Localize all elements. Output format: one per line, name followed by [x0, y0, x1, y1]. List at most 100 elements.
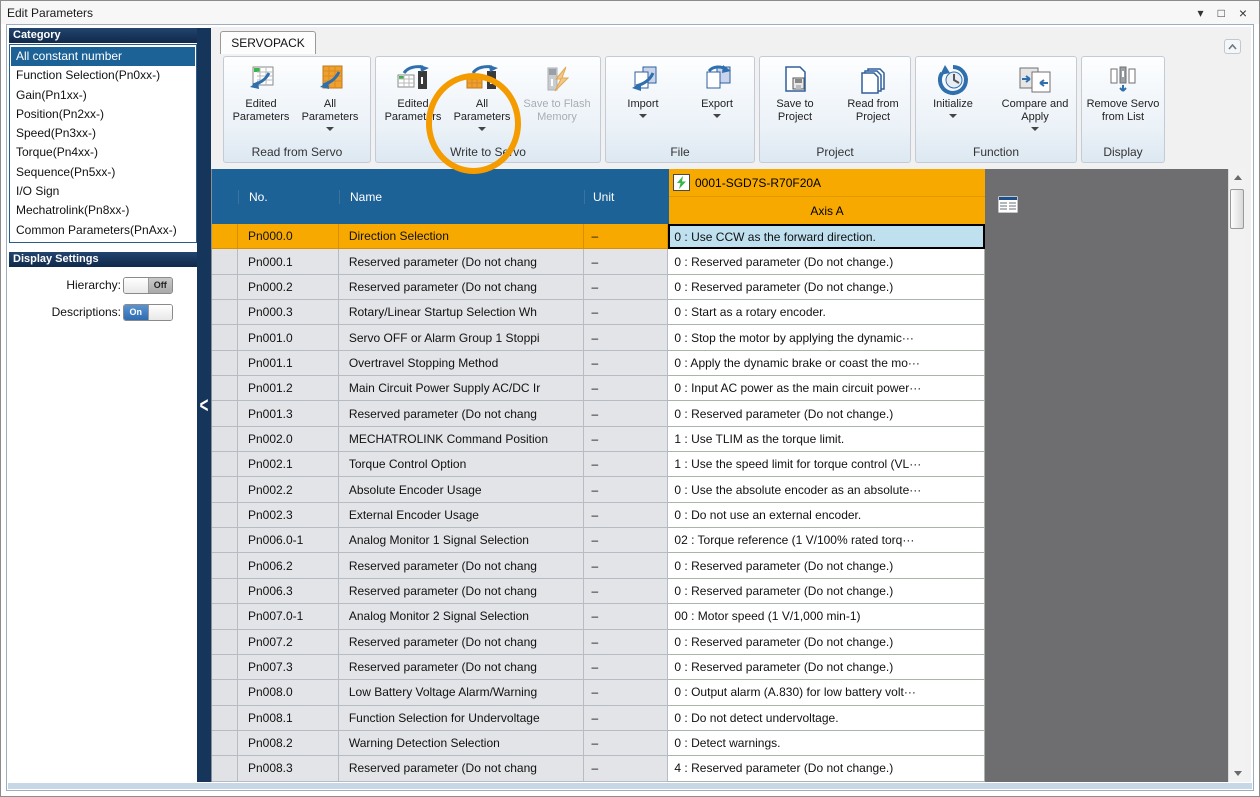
- cell-row-selector[interactable]: [212, 630, 238, 655]
- table-row[interactable]: Pn000.0 Direction Selection – 0 : Use CC…: [212, 224, 985, 249]
- cell-value[interactable]: 0 : Detect warnings.: [668, 731, 985, 756]
- import-button[interactable]: Import: [612, 61, 674, 118]
- cell-row-selector[interactable]: [212, 604, 238, 629]
- cell-row-selector[interactable]: [212, 503, 238, 528]
- category-item-common-parameters[interactable]: Common Parameters(PnAxx-): [11, 221, 195, 240]
- cell-value[interactable]: 0 : Use the absolute encoder as an absol…: [668, 477, 985, 502]
- category-item-io-sign[interactable]: I/O Sign: [11, 182, 195, 201]
- cell-row-selector[interactable]: [212, 275, 238, 300]
- cell-row-selector[interactable]: [212, 655, 238, 680]
- cell-value[interactable]: 0 : Do not detect undervoltage.: [668, 706, 985, 731]
- table-row[interactable]: Pn002.2 Absolute Encoder Usage – 0 : Use…: [212, 477, 985, 502]
- cell-value[interactable]: 0 : Do not use an external encoder.: [668, 503, 985, 528]
- table-row[interactable]: Pn002.0 MECHATROLINK Command Position – …: [212, 427, 985, 452]
- cell-row-selector[interactable]: [212, 376, 238, 401]
- table-row[interactable]: Pn007.3 Reserved parameter (Do not chang…: [212, 655, 985, 680]
- table-row[interactable]: Pn002.1 Torque Control Option – 1 : Use …: [212, 452, 985, 477]
- cell-value[interactable]: 0 : Reserved parameter (Do not change.): [668, 630, 985, 655]
- category-item-all-constant-number[interactable]: All constant number: [11, 47, 195, 66]
- read-from-project-button[interactable]: Read from Project: [836, 61, 910, 124]
- cell-row-selector[interactable]: [212, 224, 238, 249]
- cell-row-selector[interactable]: [212, 553, 238, 578]
- write-all-parameters-button[interactable]: All Parameters: [446, 61, 518, 131]
- category-item-mechatrolink[interactable]: Mechatrolink(Pn8xx-): [11, 201, 195, 220]
- write-edited-parameters-button[interactable]: Edited Parameters: [380, 61, 446, 124]
- cell-value[interactable]: 0 : Output alarm (A.830) for low battery…: [668, 680, 985, 705]
- close-icon[interactable]: ×: [1239, 6, 1247, 20]
- scrollbar-thumb[interactable]: [1230, 189, 1244, 229]
- cell-value[interactable]: 0 : Reserved parameter (Do not change.): [668, 401, 985, 426]
- cell-row-selector[interactable]: [212, 401, 238, 426]
- table-row[interactable]: Pn006.3 Reserved parameter (Do not chang…: [212, 579, 985, 604]
- table-row[interactable]: Pn001.0 Servo OFF or Alarm Group 1 Stopp…: [212, 325, 985, 350]
- cell-row-selector[interactable]: [212, 300, 238, 325]
- tab-servopack[interactable]: SERVOPACK: [220, 31, 316, 54]
- axis-header[interactable]: Axis A: [669, 197, 985, 224]
- hierarchy-toggle[interactable]: Off: [123, 277, 173, 294]
- descriptions-toggle[interactable]: On: [123, 304, 173, 321]
- cell-row-selector[interactable]: [212, 249, 238, 274]
- cell-row-selector[interactable]: [212, 325, 238, 350]
- table-row[interactable]: Pn006.2 Reserved parameter (Do not chang…: [212, 553, 985, 578]
- table-row[interactable]: Pn008.0 Low Battery Voltage Alarm/Warnin…: [212, 680, 985, 705]
- cell-value[interactable]: 0 : Reserved parameter (Do not change.): [668, 655, 985, 680]
- category-item-speed[interactable]: Speed(Pn3xx-): [11, 124, 195, 143]
- cell-value[interactable]: 0 : Reserved parameter (Do not change.): [668, 275, 985, 300]
- table-row[interactable]: Pn007.2 Reserved parameter (Do not chang…: [212, 630, 985, 655]
- cell-value[interactable]: 0 : Reserved parameter (Do not change.): [668, 249, 985, 274]
- category-item-sequence[interactable]: Sequence(Pn5xx-): [11, 163, 195, 182]
- table-row[interactable]: Pn008.3 Reserved parameter (Do not chang…: [212, 756, 985, 781]
- category-item-function-selection[interactable]: Function Selection(Pn0xx-): [11, 66, 195, 85]
- cell-value[interactable]: 0 : Input AC power as the main circuit p…: [668, 376, 985, 401]
- cell-value[interactable]: 0 : Reserved parameter (Do not change.): [668, 553, 985, 578]
- save-to-project-button[interactable]: Save to Project: [760, 61, 830, 124]
- cell-value[interactable]: 0 : Reserved parameter (Do not change.): [668, 579, 985, 604]
- compare-and-apply-button[interactable]: Compare and Apply: [995, 61, 1075, 131]
- save-to-flash-memory-button[interactable]: Save to Flash Memory: [518, 61, 596, 124]
- cell-row-selector[interactable]: [212, 706, 238, 731]
- initialize-button[interactable]: Initialize: [917, 61, 989, 118]
- remove-servo-from-list-button[interactable]: Remove Servo from List: [1083, 61, 1163, 124]
- ribbon-collapse-button[interactable]: [1224, 39, 1241, 54]
- cell-value[interactable]: 0 : Use CCW as the forward direction.: [668, 224, 985, 249]
- table-row[interactable]: Pn000.1 Reserved parameter (Do not chang…: [212, 249, 985, 274]
- cell-row-selector[interactable]: [212, 427, 238, 452]
- cell-value[interactable]: 4 : Reserved parameter (Do not change.): [668, 756, 985, 781]
- servo-list-icon[interactable]: [998, 196, 1018, 218]
- cell-row-selector[interactable]: [212, 477, 238, 502]
- scroll-up-icon[interactable]: [1229, 169, 1246, 186]
- cell-value[interactable]: 0 : Apply the dynamic brake or coast the…: [668, 351, 985, 376]
- cell-value[interactable]: 0 : Stop the motor by applying the dynam…: [668, 325, 985, 350]
- cell-value[interactable]: 02 : Torque reference (1 V/100% rated to…: [668, 528, 985, 553]
- category-item-position[interactable]: Position(Pn2xx-): [11, 105, 195, 124]
- category-item-torque[interactable]: Torque(Pn4xx-): [11, 143, 195, 162]
- table-row[interactable]: Pn002.3 External Encoder Usage – 0 : Do …: [212, 503, 985, 528]
- table-row[interactable]: Pn007.0-1 Analog Monitor 2 Signal Select…: [212, 604, 985, 629]
- cell-row-selector[interactable]: [212, 579, 238, 604]
- cell-row-selector[interactable]: [212, 680, 238, 705]
- table-row[interactable]: Pn008.1 Function Selection for Undervolt…: [212, 706, 985, 731]
- table-row[interactable]: Pn001.1 Overtravel Stopping Method – 0 :…: [212, 351, 985, 376]
- cell-value[interactable]: 00 : Motor speed (1 V/1,000 min-1): [668, 604, 985, 629]
- cell-row-selector[interactable]: [212, 528, 238, 553]
- category-item-gain[interactable]: Gain(Pn1xx-): [11, 86, 195, 105]
- window-menu-icon[interactable]: ▾: [1198, 7, 1204, 19]
- cell-value[interactable]: 1 : Use the speed limit for torque contr…: [668, 452, 985, 477]
- cell-row-selector[interactable]: [212, 731, 238, 756]
- read-edited-parameters-button[interactable]: Edited Parameters: [228, 61, 294, 124]
- maximize-icon[interactable]: □: [1218, 7, 1225, 19]
- export-button[interactable]: Export: [686, 61, 748, 118]
- scroll-down-icon[interactable]: [1229, 765, 1246, 782]
- table-row[interactable]: Pn000.3 Rotary/Linear Startup Selection …: [212, 300, 985, 325]
- table-row[interactable]: Pn001.2 Main Circuit Power Supply AC/DC …: [212, 376, 985, 401]
- table-row[interactable]: Pn006.0-1 Analog Monitor 1 Signal Select…: [212, 528, 985, 553]
- cell-row-selector[interactable]: [212, 756, 238, 781]
- table-row[interactable]: Pn000.2 Reserved parameter (Do not chang…: [212, 275, 985, 300]
- cell-value[interactable]: 0 : Start as a rotary encoder.: [668, 300, 985, 325]
- cell-value[interactable]: 1 : Use TLIM as the torque limit.: [668, 427, 985, 452]
- cell-row-selector[interactable]: [212, 452, 238, 477]
- table-row[interactable]: Pn001.3 Reserved parameter (Do not chang…: [212, 401, 985, 426]
- collapse-sidebar-icon[interactable]: <: [200, 394, 209, 417]
- cell-row-selector[interactable]: [212, 351, 238, 376]
- vertical-scrollbar[interactable]: [1228, 169, 1245, 782]
